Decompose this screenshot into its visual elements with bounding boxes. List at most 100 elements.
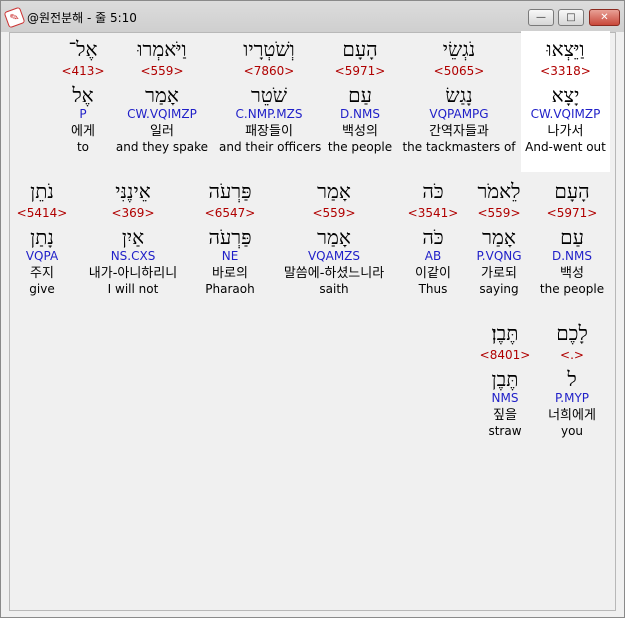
lemma: כֹּה xyxy=(422,225,444,249)
parsing-code: NS.CXS xyxy=(110,249,156,263)
english-gloss: to xyxy=(76,140,90,154)
parsing-code: VQPA xyxy=(25,249,59,263)
hebrew-word: וַיֹּאמְרוּ xyxy=(137,37,187,61)
lemma: תֶּבֶן xyxy=(491,367,519,391)
lemma: נָתַן xyxy=(30,225,54,249)
korean-gloss: 백성의 xyxy=(342,124,378,139)
word-cell[interactable]: לָכֶם <.> ל P.MYP 너희에게 you xyxy=(537,321,607,439)
window-title: @원전분해 - 줄 5:10 xyxy=(27,11,137,25)
strong-number: <559> xyxy=(140,64,184,78)
hebrew-word: הָעָם xyxy=(554,179,590,203)
word-cell[interactable]: פַּרְעֹה <6547> פַּרְעֹה NE 바로의 Pharaoh xyxy=(197,179,263,297)
parsing-code: P.VQNG xyxy=(476,249,522,263)
parsing-code: P.MYP xyxy=(554,391,590,405)
strong-number: <559> xyxy=(312,206,356,220)
close-button[interactable]: ✕ xyxy=(589,9,620,26)
minimize-button[interactable]: — xyxy=(528,9,554,26)
app-logo-icon[interactable]: ✎ xyxy=(3,6,26,29)
word-cell[interactable]: אָמַר <559> אָמַר VQAMZS 말씀에-하셨느니라 saith xyxy=(269,179,399,297)
word-cell[interactable]: הָעָם <5971> עַם D.NMS 백성의 the people xyxy=(323,37,397,155)
parsing-code: VQPAMPG xyxy=(429,107,489,121)
lemma: עַם xyxy=(560,225,584,249)
hebrew-word: לֵאמֹר xyxy=(477,179,521,203)
hebrew-word: וְשֹׁטְרָיו xyxy=(243,37,295,61)
english-gloss: straw xyxy=(488,424,522,438)
strong-number: <5414> xyxy=(16,206,68,220)
korean-gloss: 나가서 xyxy=(547,124,584,139)
korean-gloss: 주지 xyxy=(30,266,54,281)
korean-gloss: 내가-아니하리니 xyxy=(88,266,178,281)
korean-gloss: 짚을 xyxy=(493,408,517,423)
lemma: אָמַר xyxy=(482,225,516,249)
word-cell[interactable]: וַיֹּאמְרוּ <559> אָמַר CW.VQIMZP 일러 and… xyxy=(113,37,211,155)
app-window: ✎ @원전분해 - 줄 5:10 — □ ✕ וַיֵּצְאוּ <3318>… xyxy=(0,0,625,618)
korean-gloss: 에게 xyxy=(71,124,95,139)
strong-number: <3541> xyxy=(407,206,459,220)
strong-number: <3318> xyxy=(540,64,591,78)
hebrew-word: הָעָם xyxy=(342,37,378,61)
english-gloss: the people xyxy=(327,140,393,154)
lemma: אָמַר xyxy=(145,83,179,107)
parsing-code: P xyxy=(79,107,87,121)
parsing-code: C.NMP.MZS xyxy=(235,107,303,121)
english-gloss: you xyxy=(560,424,584,438)
word-cell[interactable]: לֵאמֹר <559> אָמַר P.VQNG 가로되 saying xyxy=(467,179,531,297)
parsing-code: CW.VQIMZP xyxy=(127,107,197,121)
strong-number: <413> xyxy=(61,64,105,78)
parsing-code: CW.VQIMZP xyxy=(530,107,601,121)
english-gloss: the people xyxy=(539,282,605,296)
strong-number: <5065> xyxy=(433,64,485,78)
strong-number: <6547> xyxy=(204,206,256,220)
word-cell[interactable]: נֹגְשֵׂי <5065> נָגַשׂ VQPAMPG 간역자들과 the… xyxy=(401,37,517,155)
strong-number: <559> xyxy=(477,206,521,220)
english-gloss: saying xyxy=(479,282,519,296)
strong-number: <5971> xyxy=(334,64,386,78)
hebrew-word: פַּרְעֹה xyxy=(208,179,252,203)
word-cell[interactable]: וְשֹׁטְרָיו <7860> שֹׁטֵר C.NMP.MZS 패장들이… xyxy=(219,37,322,155)
english-gloss: give xyxy=(29,282,55,296)
word-cell[interactable]: תֶּבֶן׃ <8401> תֶּבֶן NMS 짚을 straw xyxy=(477,321,533,439)
lemma: עַם xyxy=(348,83,372,107)
lemma: אַיִן xyxy=(121,225,145,249)
word-cell[interactable]: נֹתֵן <5414> נָתַן VQPA 주지 give xyxy=(15,179,69,297)
lemma: אֶל xyxy=(72,83,94,107)
hebrew-word: תֶּבֶן׃ xyxy=(491,321,519,345)
korean-gloss: 백성 xyxy=(560,266,584,281)
hebrew-word: נֹגְשֵׂי xyxy=(442,37,476,61)
lemma: ל xyxy=(567,367,577,391)
word-cell[interactable]: וַיֵּצְאוּ <3318> יָצָא CW.VQIMZP 나가서 An… xyxy=(521,37,610,155)
hebrew-word: לָכֶם xyxy=(556,321,588,345)
title-bar[interactable]: ✎ @원전분해 - 줄 5:10 — □ ✕ xyxy=(1,1,624,32)
parsing-code: D.NMS xyxy=(339,107,380,121)
hebrew-word: אֶל־ xyxy=(68,37,98,61)
parsing-code: AB xyxy=(424,249,442,263)
parsing-code: NMS xyxy=(491,391,519,405)
lemma: נָגַשׂ xyxy=(445,83,473,107)
hebrew-word: אָמַר xyxy=(317,179,351,203)
strong-number: <369> xyxy=(111,206,155,220)
korean-gloss: 말씀에-하셨느니라 xyxy=(283,266,385,281)
lemma: פַּרְעֹה xyxy=(208,225,252,249)
english-gloss: the tackmasters of xyxy=(402,140,516,154)
english-gloss: Pharaoh xyxy=(205,282,255,296)
parsing-code: NE xyxy=(221,249,239,263)
english-gloss: and their officers xyxy=(219,140,322,154)
korean-gloss: 일러 xyxy=(150,124,174,139)
word-cell[interactable]: כֹּה <3541> כֹּה AB 이같이 Thus xyxy=(405,179,461,297)
hebrew-word: נֹתֵן xyxy=(30,179,54,203)
english-gloss: and they spake xyxy=(115,140,209,154)
word-cell[interactable]: אֶל־ <413> אֶל P 에게 to xyxy=(53,37,113,155)
korean-gloss: 가로되 xyxy=(481,266,517,281)
lemma: אָמַר xyxy=(317,225,351,249)
parsing-code: VQAMZS xyxy=(307,249,361,263)
korean-gloss: 바로의 xyxy=(212,266,248,281)
word-cell[interactable]: הָעָם <5971> עַם D.NMS 백성 the people xyxy=(535,179,609,297)
korean-gloss: 패장들이 xyxy=(245,124,293,139)
strong-number: <5971> xyxy=(546,206,598,220)
word-cell[interactable]: אֵינֶנִּי <369> אַיִן NS.CXS 내가-아니하리니 I … xyxy=(77,179,189,297)
maximize-button[interactable]: □ xyxy=(558,9,584,26)
hebrew-word: אֵינֶנִּי xyxy=(115,179,151,203)
english-gloss: Thus xyxy=(418,282,448,296)
hebrew-word: וַיֵּצְאוּ xyxy=(546,37,585,61)
lemma: שֹׁטֵר xyxy=(250,83,288,107)
